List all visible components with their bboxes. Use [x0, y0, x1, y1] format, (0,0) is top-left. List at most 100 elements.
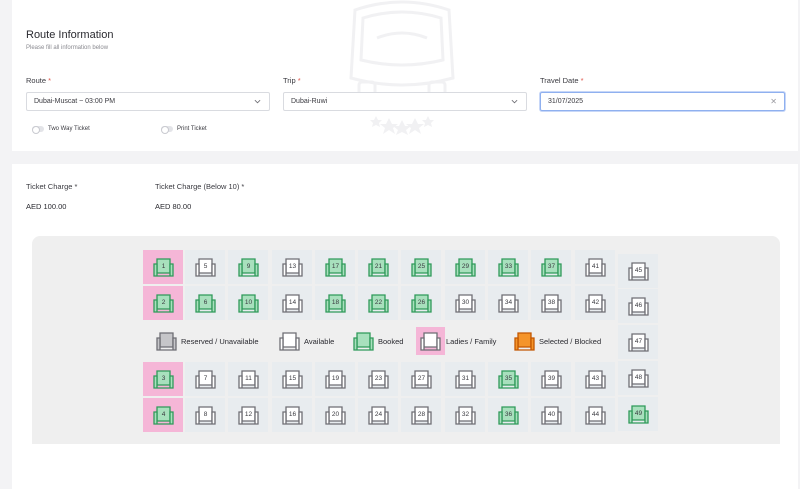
seat-32[interactable]: 32: [445, 398, 485, 432]
seat-15[interactable]: 15: [272, 362, 312, 396]
seat-10[interactable]: 10: [228, 286, 268, 320]
seat-20[interactable]: 20: [315, 398, 355, 432]
legend-reserved-label: Reserved / Unavailable: [181, 337, 259, 346]
legend-selected-label: Selected / Blocked: [539, 337, 601, 346]
seat-44[interactable]: 44: [575, 398, 615, 432]
seat-49[interactable]: 49: [618, 397, 658, 431]
seat-48[interactable]: 48: [618, 361, 658, 395]
seat-46[interactable]: 46: [618, 289, 658, 323]
seat-8[interactable]: 8: [185, 398, 225, 432]
seat-34[interactable]: 34: [488, 286, 528, 320]
print-ticket-label: Print Ticket: [177, 126, 207, 132]
seat-number: 5: [195, 263, 216, 270]
seat-47[interactable]: 47: [618, 325, 658, 359]
chevron-down-icon: [254, 98, 261, 105]
seat-number: 36: [498, 411, 519, 418]
seat-39[interactable]: 39: [531, 362, 571, 396]
seat-number: 11: [238, 375, 259, 382]
required-mark: *: [581, 76, 584, 85]
seat-30[interactable]: 30: [445, 286, 485, 320]
seat-21[interactable]: 21: [358, 250, 398, 284]
seat-number: 15: [282, 375, 303, 382]
seat-45[interactable]: 45: [618, 254, 658, 288]
seat-number: 47: [628, 338, 649, 345]
seat-number: 45: [628, 267, 649, 274]
seat-43[interactable]: 43: [575, 362, 615, 396]
seat-number: 46: [628, 302, 649, 309]
seat-11[interactable]: 11: [228, 362, 268, 396]
legend-booked: Booked: [353, 328, 403, 354]
seat-24[interactable]: 24: [358, 398, 398, 432]
seat-number: 21: [368, 263, 389, 270]
route-label: Route: [26, 76, 46, 85]
seat-7[interactable]: 7: [185, 362, 225, 396]
trip-select[interactable]: Dubai-Ruwi: [283, 92, 527, 111]
clear-icon[interactable]: ✕: [770, 93, 777, 110]
seat-16[interactable]: 16: [272, 398, 312, 432]
seat-29[interactable]: 29: [445, 250, 485, 284]
seat-number: 32: [455, 411, 476, 418]
route-select[interactable]: Dubai-Muscat ~ 03:00 PM: [26, 92, 270, 111]
seat-number: 10: [238, 299, 259, 306]
seat-reserved-icon: [156, 331, 177, 351]
seat-42[interactable]: 42: [575, 286, 615, 320]
ticket-charge-below10-label: Ticket Charge (Below 10) *: [155, 182, 244, 191]
seat-13[interactable]: 13: [272, 250, 312, 284]
seat-number: 22: [368, 299, 389, 306]
ladies-swatch: [416, 327, 445, 355]
seat-40[interactable]: 40: [531, 398, 571, 432]
seat-number: 39: [541, 375, 562, 382]
seat-14[interactable]: 14: [272, 286, 312, 320]
required-mark: *: [48, 76, 51, 85]
seat-38[interactable]: 38: [531, 286, 571, 320]
seat-9[interactable]: 9: [228, 250, 268, 284]
seat-number: 29: [455, 263, 476, 270]
seat-22[interactable]: 22: [358, 286, 398, 320]
seat-17[interactable]: 17: [315, 250, 355, 284]
seat-5[interactable]: 5: [185, 250, 225, 284]
seat-number: 41: [585, 263, 606, 270]
ticket-charge-label: Ticket Charge *: [26, 182, 77, 191]
two-way-ticket-toggle[interactable]: Two Way Ticket: [32, 126, 90, 132]
seat-number: 34: [498, 299, 519, 306]
seat-number: 38: [541, 299, 562, 306]
seat-23[interactable]: 23: [358, 362, 398, 396]
seat-19[interactable]: 19: [315, 362, 355, 396]
travel-date-label-wrap: Travel Date *: [540, 76, 584, 85]
toggle-switch[interactable]: [161, 126, 173, 132]
seat-number: 6: [195, 299, 216, 306]
print-ticket-toggle[interactable]: Print Ticket: [161, 126, 207, 132]
seat-number: 14: [282, 299, 303, 306]
seat-28[interactable]: 28: [401, 398, 441, 432]
seat-number: 43: [585, 375, 606, 382]
ticket-charge-below10-value: AED 80.00: [155, 202, 191, 211]
legend-reserved: Reserved / Unavailable: [156, 328, 259, 354]
seat-35[interactable]: 35: [488, 362, 528, 396]
seat-booked-icon: [353, 331, 374, 351]
seat-3[interactable]: 3: [143, 362, 183, 396]
seat-number: 19: [325, 375, 346, 382]
legend-ladies-label: Ladies / Family: [446, 337, 496, 346]
seat-37[interactable]: 37: [531, 250, 571, 284]
seat-1[interactable]: 1: [143, 250, 183, 284]
seat-2[interactable]: 2: [143, 286, 183, 320]
seat-27[interactable]: 27: [401, 362, 441, 396]
seat-36[interactable]: 36: [488, 398, 528, 432]
bus-watermark-icon: [337, 0, 467, 135]
seat-25[interactable]: 25: [401, 250, 441, 284]
seat-41[interactable]: 41: [575, 250, 615, 284]
seat-4[interactable]: 4: [143, 398, 183, 432]
travel-date-input[interactable]: 31/07/2025 ✕: [540, 92, 785, 111]
toggle-switch[interactable]: [32, 126, 44, 132]
seat-number: 35: [498, 375, 519, 382]
seat-number: 27: [411, 375, 432, 382]
seat-12[interactable]: 12: [228, 398, 268, 432]
seat-6[interactable]: 6: [185, 286, 225, 320]
route-label-wrap: Route *: [26, 76, 51, 85]
seat-26[interactable]: 26: [401, 286, 441, 320]
seat-number: 4: [153, 411, 174, 418]
seat-31[interactable]: 31: [445, 362, 485, 396]
two-way-ticket-label: Two Way Ticket: [48, 126, 90, 132]
seat-18[interactable]: 18: [315, 286, 355, 320]
seat-33[interactable]: 33: [488, 250, 528, 284]
